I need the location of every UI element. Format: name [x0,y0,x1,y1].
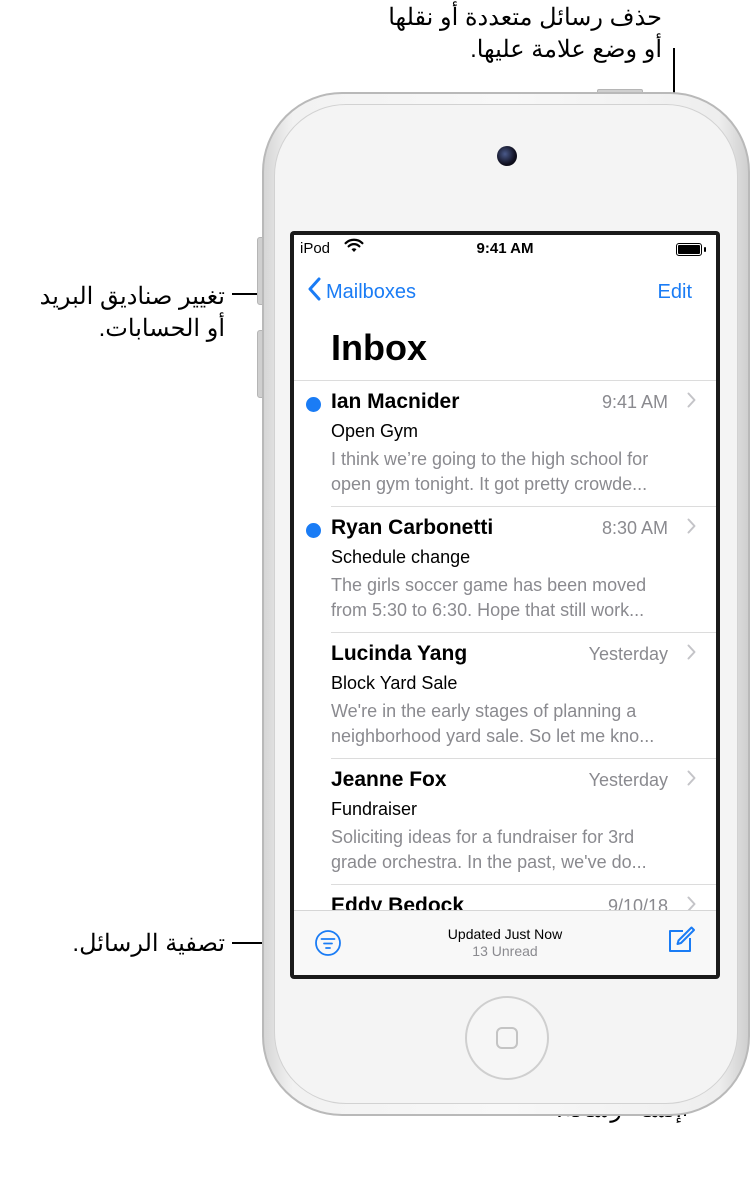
message-date: 9/10/18 [607,896,668,911]
preview-line: from 5:30 to 6:30. Hope that still work.… [331,600,645,620]
preview-line: Soliciting ideas for a fundraiser for 3r… [331,827,635,847]
bottom-toolbar: Updated Just Now 13 Unread [294,910,716,975]
screen: iPod 9:41 AM Mailboxes Edit Inbox Ian Ma… [290,231,720,979]
sender-name: Eddy Bedock [331,894,465,911]
unread-dot [306,397,321,412]
message-row[interactable]: Lucinda Yang Yesterday Block Yard Sale W… [294,633,716,759]
compose-icon[interactable] [666,925,696,960]
chevron-left-icon [308,277,322,307]
message-preview: We're in the early stages of planning a … [331,699,693,749]
message-row[interactable]: Jeanne Fox Yesterday Fundraiser Soliciti… [294,759,716,885]
message-subject: Block Yard Sale [331,673,458,693]
message-date: 8:30 AM [601,518,668,538]
message-subject: Open Gym [331,421,419,441]
update-status: Updated Just Now [447,926,563,942]
sender-name: Jeanne Fox [331,768,447,791]
message-row[interactable]: Ian Macnider 9:41 AM Open Gym I think we… [294,381,716,507]
camera-icon [497,146,517,166]
status-bar: iPod 9:41 AM [294,235,716,261]
chevron-right-icon [687,518,696,539]
message-preview: Soliciting ideas for a fundraiser for 3r… [331,825,693,875]
message-preview: I think we’re going to the high school f… [331,447,693,497]
message-date: 9:41 AM [601,392,668,412]
mailboxes-label: Mailboxes [326,280,417,303]
message-preview: The girls soccer game has been moved fro… [331,573,693,623]
edit-callout-line1: حذف رسائل متعددة أو نقلها [388,4,662,31]
chevron-right-icon [687,392,696,413]
chevron-right-icon [687,770,696,791]
message-row[interactable]: Eddy Bedock 9/10/18 [294,885,716,911]
preview-line: open gym tonight. It got pretty crowde..… [331,474,648,494]
message-date: Yesterday [588,770,668,790]
mailboxes-callout-line2: أو الحسابات. [98,315,225,342]
chevron-right-icon [687,644,696,665]
sender-name: Ian Macnider [331,390,460,413]
chevron-right-icon [687,896,696,911]
preview-line: We're in the early stages of planning a [331,701,637,721]
preview-line: The girls soccer game has been moved [331,575,647,595]
page-title: Inbox [331,327,427,368]
home-square-icon [496,1027,518,1049]
preview-line: grade orchestra. In the past, we've do..… [331,852,647,872]
unread-dot [306,523,321,538]
battery-icon [676,243,706,256]
sender-name: Lucinda Yang [331,642,468,665]
edit-button[interactable]: Edit [658,281,692,304]
message-row[interactable]: Ryan Carbonetti 8:30 AM Schedule change … [294,507,716,633]
message-subject: Fundraiser [331,799,418,819]
mailboxes-back-button[interactable]: Mailboxes [308,277,416,307]
preview-line: I think we’re going to the high school f… [331,449,649,469]
edit-callout: حذف رسائل متعددة أو نقلها أو وضع علامة ع… [388,2,662,66]
preview-line: neighborhood yard sale. So let me kno... [331,726,655,746]
mailboxes-callout-line1: تغيير صناديق البريد [39,283,225,310]
mailbox-status: Updated Just Now 13 Unread [294,926,716,960]
unread-count: 13 Unread [472,943,538,959]
mail-app: iPod 9:41 AM Mailboxes Edit Inbox Ian Ma… [294,235,716,975]
message-date: Yesterday [588,644,668,664]
sender-name: Ryan Carbonetti [331,516,494,539]
status-time: 9:41 AM [476,240,534,257]
filter-callout: تصفية الرسائل. [72,930,225,957]
nav-bar: Mailboxes Edit [294,277,716,311]
edit-callout-line2: أو وضع علامة عليها. [470,36,662,63]
mailboxes-callout: تغيير صناديق البريد أو الحسابات. [40,281,225,345]
home-button[interactable] [465,996,549,1080]
message-subject: Schedule change [331,547,471,567]
message-list[interactable]: Ian Macnider 9:41 AM Open Gym I think we… [294,380,716,911]
